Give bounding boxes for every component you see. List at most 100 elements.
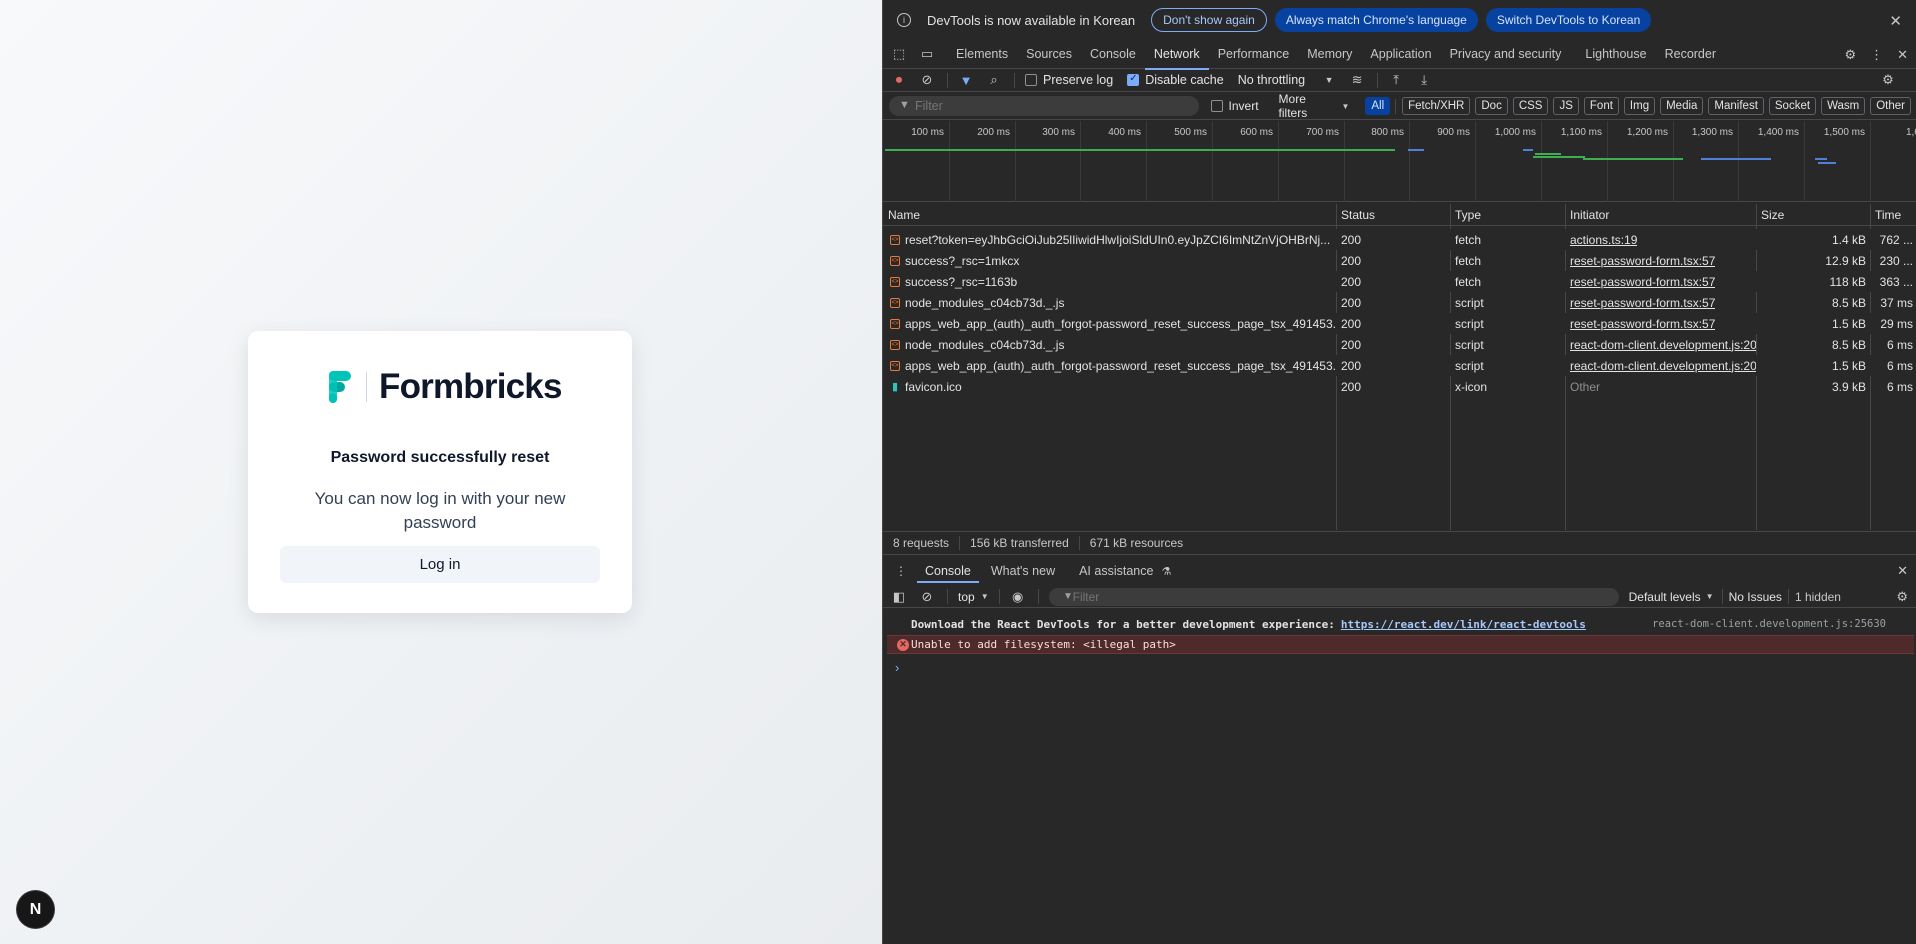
cell-initiator[interactable]: react-dom-client.development.js:20 [1565,334,1756,355]
table-row[interactable]: <> apps_web_app_(auth)_auth_forgot-passwo… [883,313,1916,334]
timeline-gridline [1278,121,1279,202]
tab-performance[interactable]: Performance [1209,40,1299,69]
column-header-type[interactable]: Type [1450,204,1565,225]
react-devtools-link[interactable]: https://react.dev/link/react-devtools [1341,618,1586,631]
table-row[interactable]: <> node_modules_c04cb73d._.js 200 script res… [883,292,1916,313]
network-filter-input[interactable] [889,96,1199,116]
tab-privacy-security[interactable]: Privacy and security [1441,40,1571,69]
record-stop-icon[interactable]: ⏺ [891,72,907,88]
throttling-select[interactable]: No throttling [1238,73,1305,87]
cell-type: x-icon [1450,376,1565,397]
column-header-time[interactable]: Time [1870,204,1916,225]
tab-recorder[interactable]: Recorder [1656,40,1725,69]
filter-chip-all[interactable]: All [1365,97,1391,115]
column-header-status[interactable]: Status [1336,204,1450,225]
filter-chip-fetch-xhr[interactable]: Fetch/XHR [1402,97,1471,115]
drawer-menu-icon[interactable]: ⋮ [895,564,907,578]
cell-status: 200 [1336,376,1450,397]
cell-initiator[interactable]: reset-password-form.tsx:57 [1565,313,1756,334]
clear-console-icon[interactable]: ⊘ [919,589,935,605]
tab-network[interactable]: Network [1144,40,1209,70]
network-overview-timeline[interactable]: 100 ms 200 ms 300 ms 400 ms 500 ms 600 ms 700 … [883,121,1916,202]
device-toolbar-icon[interactable]: ▭ [919,46,935,62]
tab-sources[interactable]: Sources [1017,40,1081,69]
table-row[interactable]: <> success?_rsc=1163b 200 fetch reset-passwo… [883,271,1916,292]
preserve-log-checkbox[interactable] [1025,74,1037,86]
tab-application[interactable]: Application [1361,40,1440,69]
cell-initiator[interactable]: reset-password-form.tsx:57 [1565,271,1756,292]
console-prompt-chevron-icon[interactable]: › [895,660,899,675]
log-levels-select[interactable]: Default levels [1629,590,1701,604]
filter-chip-js[interactable]: JS [1553,97,1579,115]
always-match-language-button[interactable]: Always match Chrome's language [1274,8,1478,32]
column-header-name[interactable]: Name [883,204,1336,225]
table-row[interactable]: <> node_modules_c04cb73d._.js 200 script rea… [883,334,1916,355]
console-message-text: Download the React DevTools for a better… [911,617,1335,631]
filter-chip-img[interactable]: Img [1623,97,1656,115]
inspect-element-icon[interactable]: ⬚ [891,46,907,62]
filter-chip-font[interactable]: Font [1583,97,1619,115]
table-row[interactable]: <> success?_rsc=1mkcx 200 fetch reset-passwo… [883,250,1916,271]
cell-type: script [1450,292,1565,313]
live-expression-eye-icon[interactable]: ◉ [1010,589,1026,605]
language-infobar: i DevTools is now available in Korean Do… [883,0,1916,40]
drawer-tab-ai-assistance[interactable]: AI assistance [1071,559,1161,583]
more-filters-button[interactable]: More filters [1279,92,1336,120]
invert-checkbox[interactable] [1210,100,1223,112]
table-row[interactable]: ▮ favicon.ico 200 x-icon Other 3.9 kB 6 ms [883,376,1916,397]
console-filter-input[interactable] [1048,587,1619,606]
filter-chip-media[interactable]: Media [1660,97,1704,115]
clear-icon[interactable]: ⊘ [919,72,935,88]
context-selector[interactable]: top [958,590,975,604]
import-har-icon[interactable]: ⤒ [1388,72,1404,88]
switch-to-korean-button[interactable]: Switch DevTools to Korean [1485,8,1652,32]
cell-time: 230 ... [1870,250,1916,271]
cell-time: 762 ... [1870,229,1916,250]
more-options-icon[interactable]: ⋮ [1870,47,1883,63]
settings-gear-icon[interactable]: ⚙ [1844,47,1856,63]
tab-memory[interactable]: Memory [1298,40,1361,69]
filter-chip-doc[interactable]: Doc [1475,97,1508,115]
network-filterbar: ▼ Invert More filters ▼ All Fetch/XHR Do… [883,92,1916,120]
cell-initiator[interactable]: react-dom-client.development.js:20 [1565,355,1756,376]
drawer-tab-console[interactable]: Console [917,559,979,583]
nextjs-dev-badge[interactable]: N [17,891,54,928]
message-source-link[interactable]: react-dom-client.development.js:25630 [1652,618,1886,630]
chevron-down-icon[interactable]: ▼ [1321,75,1337,85]
tab-lighthouse[interactable]: Lighthouse [1576,40,1655,69]
column-header-size[interactable]: Size [1756,204,1870,225]
tab-elements[interactable]: Elements [947,40,1017,69]
cell-initiator[interactable]: reset-password-form.tsx:57 [1565,292,1756,313]
login-button[interactable]: Log in [280,546,600,583]
column-header-initiator[interactable]: Initiator [1565,204,1756,225]
timeline-tick-label: 600 ms [1240,127,1273,138]
table-row[interactable]: <> apps_web_app_(auth)_auth_forgot-passwo… [883,355,1916,376]
search-icon[interactable]: ⌕ [986,72,1002,88]
close-devtools-icon[interactable]: ✕ [1897,47,1908,63]
filter-chip-manifest[interactable]: Manifest [1708,97,1764,115]
filter-funnel-icon[interactable]: ▼ [958,73,974,88]
close-icon[interactable]: ✕ [1889,12,1902,30]
filter-chip-wasm[interactable]: Wasm [1821,97,1866,115]
console-settings-icon[interactable]: ⚙ [1896,589,1908,605]
issues-counter[interactable]: No Issues [1729,590,1782,604]
export-har-icon[interactable]: ⤓ [1416,72,1432,88]
tab-console[interactable]: Console [1081,40,1145,69]
network-conditions-icon[interactable]: ≋ [1349,72,1365,88]
drawer-tab-whats-new[interactable]: What's new [983,559,1063,583]
cell-size-text: 1.5 kB [1831,358,1866,373]
close-drawer-icon[interactable]: ✕ [1897,563,1908,579]
dont-show-again-button[interactable]: Don't show again [1151,8,1267,32]
filter-chip-socket[interactable]: Socket [1768,97,1817,115]
cell-initiator[interactable]: actions.ts:19 [1565,229,1756,250]
cell-status-text: 200 [1341,295,1362,310]
filter-chip-css[interactable]: CSS [1512,97,1549,115]
filter-icon: ▼ [899,99,910,111]
disable-cache-checkbox[interactable] [1127,73,1140,86]
network-settings-icon[interactable]: ⚙ [1880,72,1896,88]
table-row[interactable]: <> reset?token=eyJhbGciOiJub25lIiwidHlwIj… [883,229,1916,250]
sidebar-toggle-icon[interactable]: ◧ [891,589,907,605]
cell-initiator[interactable]: reset-password-form.tsx:57 [1565,250,1756,271]
filter-chip-other[interactable]: Other [1870,97,1911,115]
timeline-tick-label: 900 ms [1437,127,1470,138]
